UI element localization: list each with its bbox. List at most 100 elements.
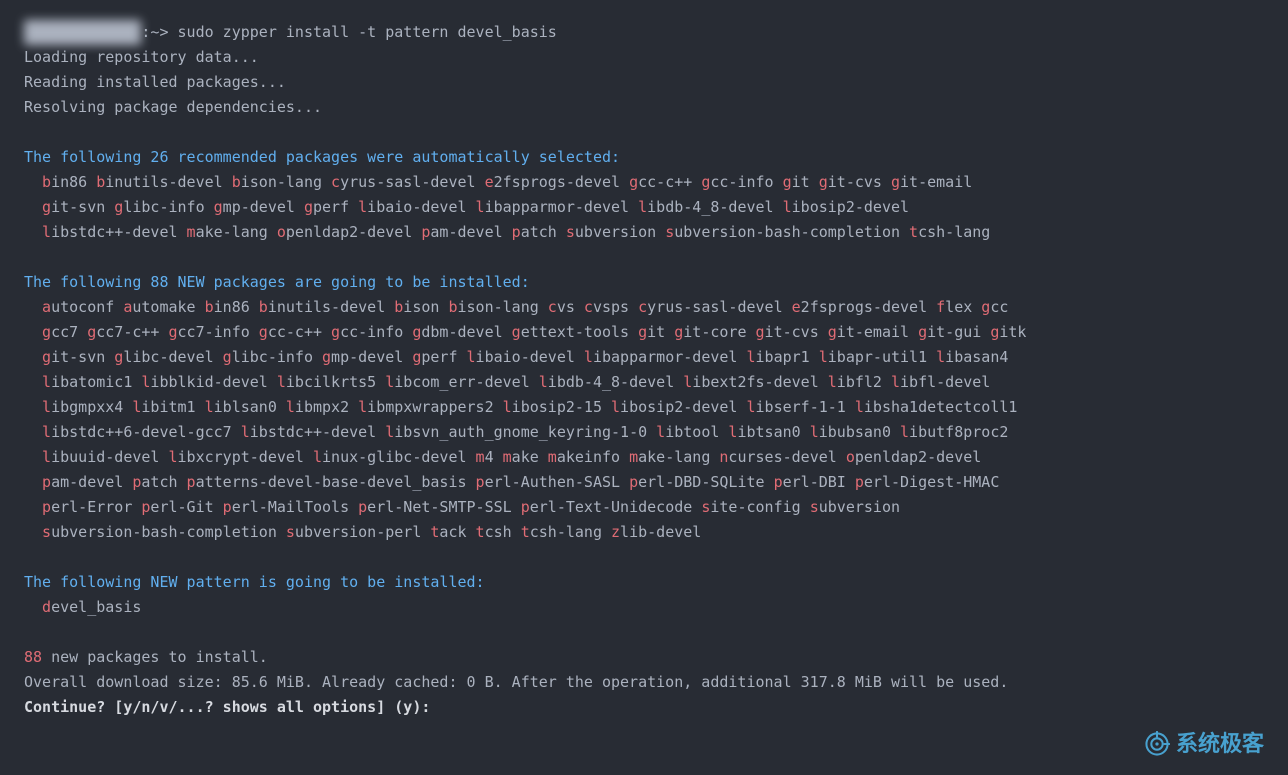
pkg-rest: ibutf8proc2 <box>909 423 1008 441</box>
pkg-rest: 2fsprogs-devel <box>494 173 620 191</box>
pkg-initial: a <box>42 298 51 316</box>
pkg-rest: in86 <box>51 173 87 191</box>
pkg-rest: inutils-devel <box>105 173 222 191</box>
pkg-initial: p <box>512 223 521 241</box>
watermark-logo: 系统极客 <box>1144 731 1264 757</box>
pkg-initial: d <box>42 598 51 616</box>
pkg-initial: g <box>674 323 683 341</box>
pkg-rest: csh <box>485 523 512 541</box>
pkg-initial: l <box>385 423 394 441</box>
pkg-rest: ubversion <box>819 498 900 516</box>
pkg-initial: g <box>701 173 710 191</box>
pkg-rest: ubversion-bash-completion <box>674 223 900 241</box>
pkg-rest: curses-devel <box>728 448 836 466</box>
pkg-rest: it-cvs <box>828 173 882 191</box>
pkg-rest: in86 <box>214 298 250 316</box>
pkg-initial: g <box>214 198 223 216</box>
pkg-rest: ibosip2-15 <box>512 398 602 416</box>
pkg-initial: g <box>990 323 999 341</box>
pkg-initial: g <box>223 348 232 366</box>
pkg-initial: l <box>358 398 367 416</box>
pkg-initial: l <box>891 373 900 391</box>
package-line: perl-Error perl-Git perl-MailTools perl-… <box>24 495 1264 520</box>
pkg-rest: ison-lang <box>457 298 538 316</box>
continue-prompt-line[interactable]: Continue? [y/n/v/...? shows all options]… <box>24 695 1264 720</box>
pkg-rest: 2fsprogs-devel <box>801 298 927 316</box>
package-line: libgmpxx4 libitm1 liblsan0 libmpx2 libmp… <box>24 395 1264 420</box>
summary-count-line: 88 new packages to install. <box>24 645 1264 670</box>
prompt-suffix: :~> <box>141 23 177 41</box>
pkg-initial: p <box>42 473 51 491</box>
pkg-initial: l <box>855 398 864 416</box>
pkg-initial: b <box>394 298 403 316</box>
pkg-initial: l <box>42 373 51 391</box>
pkg-initial: b <box>232 173 241 191</box>
package-line: libstdc++-devel make-lang openldap2-deve… <box>24 220 1264 245</box>
pkg-initial: g <box>412 323 421 341</box>
pkg-initial: c <box>584 298 593 316</box>
pkg-initial: l <box>638 198 647 216</box>
pkg-initial: s <box>665 223 674 241</box>
pkg-initial: p <box>223 498 232 516</box>
pkg-initial: l <box>656 423 665 441</box>
pkg-rest: ibserf-1-1 <box>756 398 846 416</box>
pkg-rest: erl-Digest-HMAC <box>864 473 999 491</box>
pkg-initial: l <box>683 373 692 391</box>
package-line: libstdc++6-devel-gcc7 libstdc++-devel li… <box>24 420 1264 445</box>
summary-count: 88 <box>24 648 42 666</box>
pkg-initial: f <box>936 298 945 316</box>
pkg-initial: l <box>819 348 828 366</box>
pkg-rest: ibfl-devel <box>900 373 990 391</box>
pkg-initial: l <box>828 373 837 391</box>
pkg-rest: libc-info <box>232 348 313 366</box>
package-line: autoconf automake bin86 binutils-devel b… <box>24 295 1264 320</box>
pkg-initial: p <box>521 498 530 516</box>
pkg-initial: s <box>566 223 575 241</box>
pkg-rest: 4 <box>485 448 494 466</box>
pkg-rest: ibdb-4_8-devel <box>548 373 674 391</box>
pkg-rest: ibapparmor-devel <box>593 348 738 366</box>
pkg-rest: ubversion <box>575 223 656 241</box>
new-pattern-header: The following NEW pattern is going to be… <box>24 570 1264 595</box>
pkg-initial: g <box>259 323 268 341</box>
pkg-rest: erl-DBI <box>783 473 846 491</box>
pkg-rest: atch <box>141 473 177 491</box>
pkg-rest: am-devel <box>51 473 123 491</box>
pkg-rest: ibtsan0 <box>737 423 800 441</box>
pkg-initial: l <box>503 398 512 416</box>
pkg-initial: m <box>548 448 557 466</box>
pkg-initial: b <box>96 173 105 191</box>
pkg-initial: p <box>42 498 51 516</box>
pkg-initial: l <box>810 423 819 441</box>
pkg-initial: l <box>385 373 394 391</box>
pkg-initial: c <box>331 173 340 191</box>
pkg-rest: lex <box>945 298 972 316</box>
pkg-rest: lib-devel <box>620 523 701 541</box>
pkg-initial: l <box>539 373 548 391</box>
pkg-initial: g <box>114 198 123 216</box>
pkg-initial: c <box>548 298 557 316</box>
pkg-rest: cc <box>990 298 1008 316</box>
pkg-initial: t <box>521 523 530 541</box>
pkg-rest: ibext2fs-devel <box>692 373 818 391</box>
pkg-rest: itk <box>999 323 1026 341</box>
pkg-initial: g <box>891 173 900 191</box>
recommended-header: The following 26 recommended packages we… <box>24 145 1264 170</box>
new-packages-header: The following 88 NEW packages are going … <box>24 270 1264 295</box>
pkg-rest: iblsan0 <box>214 398 277 416</box>
blank-line <box>24 620 1264 645</box>
pkg-initial: l <box>168 448 177 466</box>
status-line: Resolving package dependencies... <box>24 95 1264 120</box>
pkg-initial: p <box>358 498 367 516</box>
pkg-rest: ibblkid-devel <box>150 373 267 391</box>
pkg-rest: ibdb-4_8-devel <box>647 198 773 216</box>
pkg-rest: ubversion-perl <box>295 523 421 541</box>
package-line: libatomic1 libblkid-devel libcilkrts5 li… <box>24 370 1264 395</box>
pkg-rest: ibaio-devel <box>476 348 575 366</box>
pkg-rest: utoconf <box>51 298 114 316</box>
pkg-initial: g <box>168 323 177 341</box>
package-line: pam-devel patch patterns-devel-base-deve… <box>24 470 1264 495</box>
pkg-initial: g <box>981 298 990 316</box>
pkg-rest: it-email <box>900 173 972 191</box>
pkg-initial: g <box>819 173 828 191</box>
